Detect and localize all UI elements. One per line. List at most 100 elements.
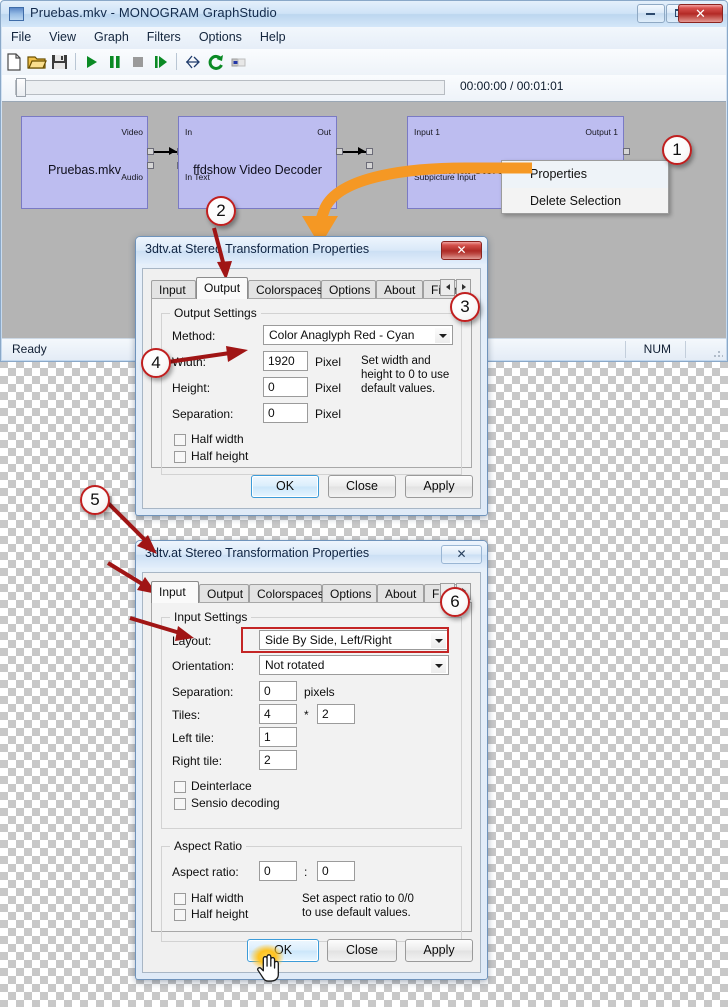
tab-about[interactable]: About (376, 280, 423, 299)
hand-cursor-icon (257, 954, 279, 982)
filter-node-source[interactable]: Pruebas.mkv Video Audio (21, 116, 148, 209)
tab-options[interactable]: Options (321, 280, 376, 299)
close-button[interactable]: Close (328, 475, 396, 498)
separation-input[interactable]: 0 (259, 681, 297, 701)
chevron-down-icon[interactable] (435, 328, 450, 343)
status-divider-1 (625, 341, 626, 358)
tab-input[interactable]: Input (151, 581, 199, 603)
close-button[interactable]: ✕ (678, 4, 723, 23)
prev-tab-icon[interactable] (440, 279, 455, 296)
method-label: Method: (172, 329, 216, 343)
menu-bar: File View Graph Filters Options Help (2, 27, 726, 50)
menu-filters[interactable]: Filters (138, 27, 190, 47)
menu-options[interactable]: Options (190, 27, 251, 47)
sensio-decoding-checkbox[interactable] (174, 798, 186, 810)
tab-input[interactable]: Input (151, 280, 196, 299)
method-value: Color Anaglyph Red - Cyan (269, 328, 415, 342)
separation-label: Separation: (172, 407, 234, 421)
aspect-half-height-checkbox[interactable] (174, 909, 186, 921)
close-button[interactable]: Close (327, 939, 397, 962)
refresh-icon[interactable] (204, 50, 227, 74)
half-height-checkbox[interactable] (174, 451, 186, 463)
pin-label-output1: Output 1 (585, 127, 618, 137)
time-label: 00:00:00 / 00:01:01 (460, 79, 564, 93)
connect-graph-icon[interactable] (181, 50, 204, 74)
new-file-icon[interactable] (2, 50, 25, 74)
aspect-half-width-checkbox[interactable] (174, 893, 186, 905)
callout-badge-1: 1 (662, 135, 692, 165)
left-tile-input[interactable]: 1 (259, 727, 297, 747)
tab-strip: Input Output Colorspaces Options About F… (151, 581, 472, 603)
aspect-ratio-label: Aspect ratio: (172, 865, 239, 879)
seek-track[interactable] (15, 80, 445, 95)
pause-icon[interactable] (103, 50, 126, 74)
apply-button[interactable]: Apply (405, 475, 473, 498)
tab-page-input: Input Settings Layout: Side By Side, Lef… (151, 602, 472, 942)
stereo-transformation-properties-dialog-output[interactable]: 3dtv.at Stereo Transformation Properties… (135, 236, 488, 580)
tab-colorspaces[interactable]: Colorspaces (249, 584, 324, 603)
resize-grip[interactable] (711, 346, 723, 358)
dialog-close-button[interactable]: ✕ (441, 545, 482, 564)
tab-output[interactable]: Output (196, 277, 248, 299)
aspect-height-input[interactable]: 0 (317, 861, 355, 881)
group-label-aspect-ratio: Aspect Ratio (170, 839, 247, 853)
ok-button[interactable]: OK (251, 475, 319, 498)
open-folder-icon[interactable] (25, 50, 48, 74)
height-input[interactable]: 0 (263, 377, 308, 397)
stereo-transformation-properties-dialog-input[interactable]: 3dtv.at Stereo Transformation Properties… (135, 540, 488, 980)
height-unit: Pixel (315, 381, 342, 395)
pin-connector-audio-out[interactable] (147, 162, 154, 169)
chevron-down-icon[interactable] (431, 633, 446, 648)
layout-combobox[interactable]: Side By Side, Left/Right (259, 630, 449, 650)
pin-label-in-text: In Text (185, 172, 210, 182)
tiles-x-input[interactable]: 4 (259, 704, 297, 724)
sensio-decoding-label: Sensio decoding (191, 796, 280, 810)
save-icon[interactable] (48, 50, 71, 74)
close-icon: ✕ (695, 6, 706, 21)
method-combobox[interactable]: Color Anaglyph Red - Cyan (263, 325, 453, 345)
orientation-combobox[interactable]: Not rotated (259, 655, 449, 675)
half-height-label: Half height (191, 449, 249, 463)
pin-connector-video-out[interactable] (147, 148, 154, 155)
tab-about[interactable]: About (377, 584, 424, 603)
aspect-width-input[interactable]: 0 (259, 861, 297, 881)
menu-help[interactable]: Help (251, 27, 295, 47)
tiles-multiply-symbol: * (304, 708, 309, 722)
apply-button[interactable]: Apply (405, 939, 473, 962)
aspect-half-width-label: Half width (191, 891, 244, 905)
tab-output[interactable]: Output (199, 584, 249, 603)
menu-file[interactable]: File (2, 27, 40, 47)
width-unit: Pixel (315, 355, 342, 369)
callout-badge-3: 3 (450, 292, 480, 322)
left-tile-label: Left tile: (172, 731, 215, 745)
seek-bar-row: 00:00:00 / 00:01:01 (2, 75, 726, 101)
toolbar-divider-2 (176, 53, 177, 70)
separation-input[interactable]: 0 (263, 403, 308, 423)
aspect-ratio-hint-text: Set aspect ratio to 0/0 to use default v… (302, 893, 414, 919)
height-label: Height: (172, 381, 211, 395)
tiles-y-input[interactable]: 2 (317, 704, 355, 724)
tab-colorspaces[interactable]: Colorspaces (248, 280, 323, 299)
step-frame-icon[interactable] (149, 50, 172, 74)
menu-view[interactable]: View (40, 27, 85, 47)
seek-mode-icon[interactable] (227, 50, 250, 74)
play-icon[interactable] (80, 50, 103, 74)
pin-label-audio: Audio (121, 172, 143, 182)
input-settings-group: Input Settings Layout: Side By Side, Lef… (161, 610, 462, 829)
tab-options[interactable]: Options (322, 584, 377, 603)
half-width-checkbox[interactable] (174, 434, 186, 446)
chevron-down-icon[interactable] (431, 658, 446, 673)
seek-thumb[interactable] (16, 78, 26, 97)
dialog-title: 3dtv.at Stereo Transformation Properties (145, 242, 370, 256)
dialog-close-button[interactable]: ✕ (441, 241, 482, 260)
right-tile-input[interactable]: 2 (259, 750, 297, 770)
minimize-button[interactable] (637, 4, 665, 23)
deinterlace-checkbox[interactable] (174, 781, 186, 793)
pin-connector-output1[interactable] (623, 148, 630, 155)
menu-graph[interactable]: Graph (85, 27, 138, 47)
pin-label-video: Video (121, 127, 143, 137)
callout-arrow-5 (101, 496, 157, 554)
tab-strip: Input Output Colorspaces Options About F… (151, 277, 472, 299)
minimize-icon (646, 12, 655, 15)
dialog-title-bar: 3dtv.at Stereo Transformation Properties… (136, 541, 487, 568)
